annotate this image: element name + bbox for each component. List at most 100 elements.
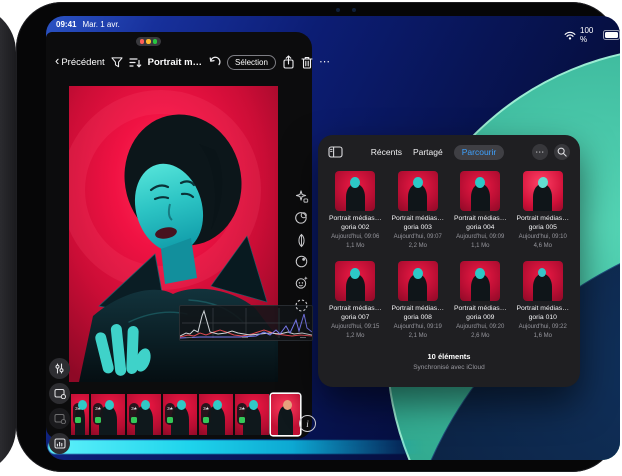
rating-badge: 3★ [93,403,103,425]
file-name: Portrait médias…goria 010 [514,305,572,322]
color-tag [95,417,101,423]
sidebar-icon[interactable] [328,146,343,158]
filmstrip-thumbnail[interactable]: 3★ [91,394,125,435]
filmstrip-thumbnail[interactable]: 3★ [71,394,89,435]
chevron-left-icon: ‹ [55,56,59,66]
document-title[interactable]: Portrait m… [148,57,202,68]
undo-icon[interactable] [208,56,221,68]
rating-label: 3★ [203,406,209,412]
rating-label: 3★ [239,406,245,412]
file-thumbnail[interactable] [398,261,438,301]
color-tag [203,417,209,423]
file-thumbnail[interactable] [523,171,563,211]
file-name: Portrait médias…goria 007 [326,305,384,322]
file-item[interactable]: Portrait médias…goria 010 Aujourd'hui, 0… [512,261,575,340]
file-size: 1,2 Mo [346,333,364,341]
file-name: Portrait médias…goria 002 [326,215,384,232]
file-size: 4,6 Mo [534,243,552,251]
ipad-device-frame: 09:41 Mar. 1 avr. 100 % ‹ Précédent [16,2,618,472]
info-button[interactable]: i [299,415,316,432]
crop-icon[interactable] [293,232,310,249]
file-date: Aujourd'hui, 09:07 [394,234,442,242]
select-icon[interactable] [293,297,310,314]
rating-badge: 3★ [165,403,175,425]
file-item[interactable]: Portrait médias…goria 007 Aujourd'hui, 0… [324,261,387,340]
status-date: Mar. 1 avr. [82,20,119,29]
file-thumbnail[interactable] [335,261,375,301]
color-tag [239,417,245,423]
filters-icon[interactable] [293,209,310,226]
photo-info-button[interactable] [49,433,70,454]
file-size: 1,1 Mo [346,243,364,251]
filmstrip-thumbnail[interactable]: 3★ [163,394,197,435]
file-size: 2,6 Mo [471,333,489,341]
trash-icon[interactable] [301,56,313,69]
files-footer: 10 éléments Synchronisé avec iCloud [318,352,580,371]
file-thumbnail[interactable] [523,261,563,301]
window-controls[interactable] [136,37,161,46]
file-item[interactable]: Portrait médias…goria 005 Aujourd'hui, 0… [512,171,575,250]
item-count: 10 éléments [318,352,580,361]
sync-status: Synchronisé avec iCloud [318,364,580,371]
sort-icon[interactable] [129,57,142,68]
adjustments-button[interactable] [49,358,70,379]
files-tab-parcourir[interactable]: Parcourir [454,145,504,160]
window-control-dot[interactable] [140,39,144,43]
photo-settings-button[interactable] [49,383,70,404]
wallpaper-cyan-glow [48,440,518,454]
file-thumbnail[interactable] [335,171,375,211]
search-icon[interactable] [554,144,570,160]
rating-label: 3★ [75,406,81,412]
battery-percent: 100 % [580,26,599,44]
files-tabs: Récents Partagé Parcourir [371,145,504,160]
marketing-canvas: 09:41 Mar. 1 avr. 100 % ‹ Précédent [0,0,622,476]
filmstrip-thumbnail[interactable]: 3★ [235,394,269,435]
editor-toolbar: ‹ Précédent Portrait m… Sélection [46,51,312,73]
files-tab-partagé[interactable]: Partagé [413,147,443,157]
enhance-icon[interactable] [293,188,310,205]
file-size: 1,6 Mo [534,333,552,341]
ipad-screen: 09:41 Mar. 1 avr. 100 % ‹ Précédent [46,16,620,460]
file-name: Portrait médias…goria 004 [451,215,509,232]
file-name: Portrait médias…goria 008 [389,305,447,322]
rating-badge: 3★ [201,403,211,425]
rating-badge: 3★ [237,403,247,425]
window-control-dot[interactable] [153,39,157,43]
photo-export-button[interactable] [49,408,70,429]
file-item[interactable]: Portrait médias…goria 008 Aujourd'hui, 0… [387,261,450,340]
file-item[interactable]: Portrait médias…goria 004 Aujourd'hui, 0… [449,171,512,250]
share-icon[interactable] [282,55,295,69]
file-name: Portrait médias…goria 005 [514,215,572,232]
file-item[interactable]: Portrait médias…goria 003 Aujourd'hui, 0… [387,171,450,250]
files-header: Récents Partagé Parcourir ⋯ [318,135,580,160]
more-icon[interactable]: ⋯ [319,59,331,65]
file-thumbnail[interactable] [460,261,500,301]
file-size: 2,1 Mo [409,333,427,341]
filmstrip: 3★ 3★ 3★ 3★ 3★ 3★ [71,394,300,435]
more-icon[interactable]: ⋯ [532,144,548,160]
filmstrip-thumbnail[interactable]: 3★ [199,394,233,435]
file-thumbnail[interactable] [460,171,500,211]
file-date: Aujourd'hui, 09:06 [331,234,379,242]
retouch-icon[interactable] [293,274,310,291]
selection-button[interactable]: Sélection [227,55,276,70]
files-header-actions: ⋯ [532,144,570,160]
filmstrip-thumbnail[interactable] [271,394,300,435]
file-date: Aujourd'hui, 09:20 [456,324,504,332]
file-thumbnail[interactable] [398,171,438,211]
file-item[interactable]: Portrait médias…goria 009 Aujourd'hui, 0… [449,261,512,340]
window-control-dot[interactable] [146,39,150,43]
clone-icon[interactable] [293,253,310,270]
files-tab-récents[interactable]: Récents [371,147,402,157]
filter-icon[interactable] [111,57,123,68]
file-size: 2,2 Mo [409,243,427,251]
file-name: Portrait médias…goria 009 [451,305,509,322]
filmstrip-thumbnail[interactable]: 3★ [127,394,161,435]
status-bar-left: 09:41 Mar. 1 avr. [56,20,120,29]
file-item[interactable]: Portrait médias…goria 002 Aujourd'hui, 0… [324,171,387,250]
battery-icon [603,30,620,41]
color-tag [75,417,81,423]
back-button[interactable]: ‹ Précédent [55,57,105,68]
rating-badge: 3★ [129,403,139,425]
rating-badge: 3★ [73,403,83,425]
